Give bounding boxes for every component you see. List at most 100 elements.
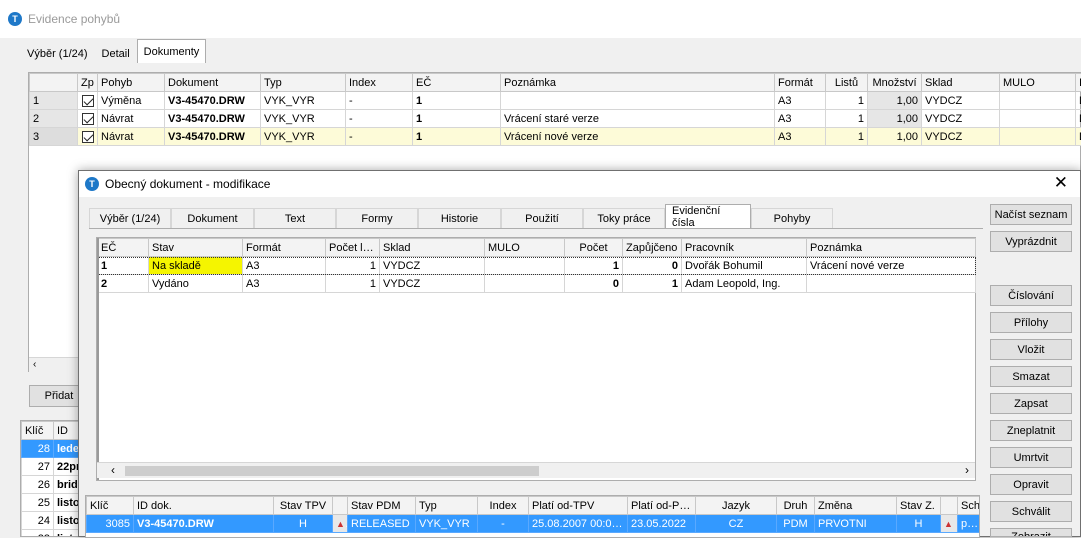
col-blank-2[interactable] [941, 497, 958, 515]
grid-horizontal-scrollbar[interactable]: ‹ › [97, 462, 975, 478]
cell-sklad: VYDCZ [922, 92, 1000, 110]
col-listu[interactable]: Listů [826, 74, 868, 92]
table-row[interactable]: 1 Výměna V3-45470.DRW VYK_VYR - 1 A3 1 1… [30, 92, 1081, 110]
col-pracovnik[interactable]: Pracovník [682, 239, 807, 257]
table-row[interactable]: 1 Na skladě A3 1 VYDCZ 1 0 Dvořák Bohumi… [98, 257, 976, 275]
tab-formy[interactable]: Formy [336, 208, 418, 228]
delete-button[interactable]: Smazat [990, 366, 1072, 387]
tab-pouziti[interactable]: Použití [501, 208, 583, 228]
dialog-app-icon: T [85, 177, 99, 191]
cell-format: A3 [243, 257, 326, 275]
tab-toky-prace[interactable]: Toky práce [583, 208, 665, 228]
zp-checkbox[interactable] [78, 110, 98, 128]
col-sklad[interactable]: Sklad [922, 74, 1000, 92]
col-typ[interactable]: Typ [261, 74, 346, 92]
numbering-button[interactable]: Číslování [990, 285, 1072, 306]
col-stav-tpv[interactable]: Stav TPV [274, 497, 333, 515]
cell-stav-tpv: H [274, 515, 333, 533]
col-klic[interactable]: Klíč [87, 497, 134, 515]
close-icon[interactable]: ✕ [1054, 173, 1068, 193]
col-mnozstvi[interactable]: Množství [868, 74, 922, 92]
col-stav-pdm[interactable]: Stav PDM [348, 497, 416, 515]
col-plati-pdm[interactable]: Platí od-PDM [628, 497, 696, 515]
col-stav-z[interactable]: Stav Z. [897, 497, 941, 515]
cell-zmena: PRVOTNI [815, 515, 897, 533]
col-id[interactable]: ID [1076, 74, 1081, 92]
col-ec[interactable]: EČ [413, 74, 501, 92]
attachments-button[interactable]: Přílohy [990, 312, 1072, 333]
scrollbar-thumb[interactable] [125, 466, 539, 476]
col-rownum[interactable] [30, 74, 78, 92]
col-pocet-listu[interactable]: Počet listů [326, 239, 380, 257]
col-dokument[interactable]: Dokument [165, 74, 261, 92]
show-button[interactable]: Zobrazit [990, 528, 1072, 537]
col-klic[interactable]: Klíč [22, 422, 54, 440]
scroll-left-icon[interactable]: ‹ [111, 463, 115, 477]
tab-text[interactable]: Text [254, 208, 336, 228]
cell-poznamka: Vrácení nové verze [501, 128, 775, 146]
lower-list-panel: KlíčID 28leder 2722pro 26bridz 25listo 2… [20, 420, 80, 537]
bottom-grid-header: Klíč ID dok. Stav TPV Stav PDM Typ Index… [87, 497, 981, 515]
col-mulo[interactable]: MULO [1000, 74, 1076, 92]
tab-vyber[interactable]: Výběr (1/24) [89, 208, 171, 228]
tab-evidencni-cisla[interactable]: Evidenční čísla [665, 204, 751, 228]
cell-id: bridz [54, 476, 81, 494]
list-item[interactable]: 2722pro [22, 458, 81, 476]
col-blank-1[interactable] [333, 497, 348, 515]
col-zapujceno[interactable]: Zapůjčeno [623, 239, 682, 257]
approve-button[interactable]: Schválit [990, 501, 1072, 522]
deactivate-button[interactable]: Umrtvit [990, 447, 1072, 468]
list-item[interactable]: 26bridz [22, 476, 81, 494]
table-row[interactable]: 3 Návrat V3-45470.DRW VYK_VYR - 1 Vrácen… [30, 128, 1081, 146]
tab-dokumenty[interactable]: Dokumenty [137, 39, 207, 63]
col-pocet[interactable]: Počet [565, 239, 623, 257]
status-icon: ▲ [944, 519, 953, 529]
invalidate-button[interactable]: Zneplatnit [990, 420, 1072, 441]
col-druh[interactable]: Druh [777, 497, 815, 515]
col-index[interactable]: Index [346, 74, 413, 92]
tab-vyber[interactable]: Výběr (1/24) [20, 43, 95, 63]
cell-format: A3 [775, 92, 826, 110]
zp-checkbox[interactable] [78, 128, 98, 146]
table-row[interactable]: 2 Vydáno A3 1 VYDCZ 0 1 Adam Leopold, In… [98, 275, 976, 293]
col-jazyk[interactable]: Jazyk [696, 497, 777, 515]
table-row[interactable]: 3085 V3-45470.DRW H ▲ RELEASED VYK_VYR -… [87, 515, 981, 533]
col-pohyb[interactable]: Pohyb [98, 74, 165, 92]
edit-button[interactable]: Opravit [990, 474, 1072, 495]
tab-pohyby[interactable]: Pohyby [751, 208, 833, 228]
tab-dokument[interactable]: Dokument [171, 208, 254, 228]
col-poznamka[interactable]: Poznámka [807, 239, 976, 257]
col-format[interactable]: Formát [775, 74, 826, 92]
cell-index: - [346, 128, 413, 146]
insert-button[interactable]: Vložit [990, 339, 1072, 360]
load-list-button[interactable]: Načíst seznam [990, 204, 1072, 225]
col-sch[interactable]: Sch [958, 497, 981, 515]
col-index[interactable]: Index [478, 497, 529, 515]
tab-detail[interactable]: Detail [95, 43, 137, 63]
list-item[interactable]: 28leder [22, 440, 81, 458]
col-stav[interactable]: Stav [149, 239, 243, 257]
col-mulo[interactable]: MULO [485, 239, 565, 257]
scroll-right-icon[interactable]: › [965, 463, 969, 477]
list-item[interactable]: 25listo [22, 494, 81, 512]
col-ec[interactable]: EČ [98, 239, 149, 257]
col-id-dok[interactable]: ID dok. [134, 497, 274, 515]
col-format[interactable]: Formát [243, 239, 326, 257]
tab-historie[interactable]: Historie [418, 208, 501, 228]
clear-button[interactable]: Vyprázdnit [990, 231, 1072, 252]
scroll-left-icon[interactable]: ‹ [33, 359, 36, 370]
col-plati-tpv[interactable]: Platí od-TPV [529, 497, 628, 515]
save-button[interactable]: Zapsat [990, 393, 1072, 414]
col-id-lower[interactable]: ID [54, 422, 81, 440]
cell-format: A3 [775, 128, 826, 146]
zp-checkbox[interactable] [78, 92, 98, 110]
col-sklad[interactable]: Sklad [380, 239, 485, 257]
table-row[interactable]: 2 Návrat V3-45470.DRW VYK_VYR - 1 Vrácen… [30, 110, 1081, 128]
list-item[interactable]: 23listo [22, 530, 81, 538]
col-zmena[interactable]: Změna [815, 497, 897, 515]
col-poznamka[interactable]: Poznámka [501, 74, 775, 92]
col-zp[interactable]: Zp [78, 74, 98, 92]
status-icon: ▲ [336, 518, 348, 530]
list-item[interactable]: 24listo [22, 512, 81, 530]
col-typ[interactable]: Typ [416, 497, 478, 515]
